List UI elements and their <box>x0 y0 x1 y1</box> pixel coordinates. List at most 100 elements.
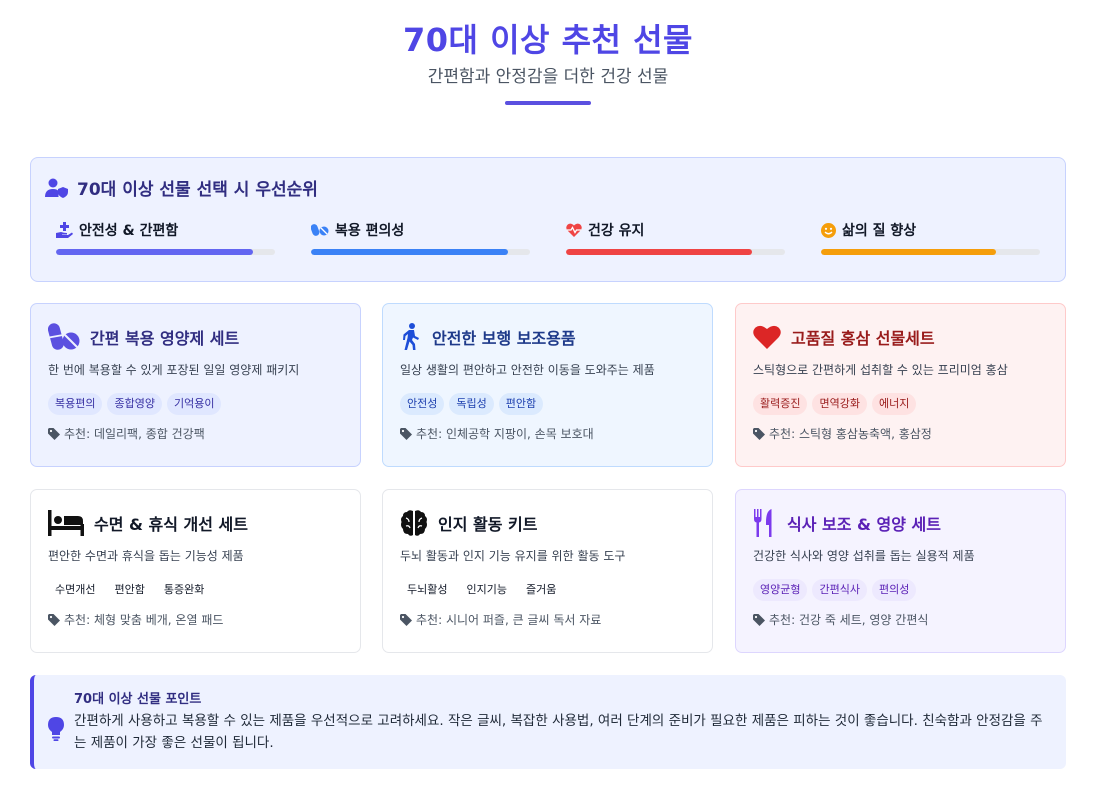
brain-icon <box>401 510 427 536</box>
tag: 독립성 <box>449 393 494 415</box>
priority-label: 복용 편의성 <box>335 223 405 239</box>
tag: 기억용이 <box>166 393 222 415</box>
card-rec-text: 추천: 데일리팩, 종합 건강팩 <box>64 427 205 441</box>
priority-bar <box>566 249 785 255</box>
card-rec-text: 추천: 체형 맞춤 베개, 온열 패드 <box>64 613 224 627</box>
gift-card-supplement[interactable]: 간편 복용 영양제 세트 한 번에 복용할 수 있게 포장된 일일 영양제 패키… <box>30 303 361 467</box>
priority-label: 건강 유지 <box>588 223 645 239</box>
tag-icon <box>400 613 412 626</box>
tag: 영양균형 <box>753 579 808 601</box>
priority-item-safety: 안전성 & 간편함 <box>56 220 275 255</box>
card-title: 고품질 홍삼 선물세트 <box>791 329 935 348</box>
tag: 안전성 <box>400 393 445 415</box>
card-recommendation: 추천: 데일리팩, 종합 건강팩 <box>48 425 343 442</box>
page-title: 70대 이상 추천 선물 <box>402 21 694 59</box>
priority-item-dosage: 복용 편의성 <box>311 220 530 255</box>
bed-icon <box>48 510 84 536</box>
tip-box: 70대 이상 선물 포인트 간편하게 사용하고 복용할 수 있는 제품을 우선적… <box>30 675 1066 769</box>
priority-label: 안전성 & 간편함 <box>79 223 179 239</box>
tag: 편의성 <box>871 579 917 601</box>
page-subtitle: 간편함과 안정감을 더한 건강 선물 <box>427 67 669 87</box>
tag-icon <box>753 613 765 626</box>
card-description: 편안한 수면과 휴식을 돕는 기능성 제품 <box>48 549 244 563</box>
priority-bar <box>821 249 1040 255</box>
header: 70대 이상 추천 선물 간편함과 안정감을 더한 건강 선물 <box>0 0 1096 105</box>
tag: 종합영양 <box>107 393 162 415</box>
title-underline <box>505 101 591 105</box>
card-description: 한 번에 복용할 수 있게 포장된 일일 영양제 패키지 <box>48 363 300 377</box>
tag-icon <box>48 427 60 440</box>
gift-card-walking-aid[interactable]: 안전한 보행 보조용품 일상 생활의 편안하고 안전한 이동을 도와주는 제품 … <box>382 303 713 467</box>
priority-item-quality: 삶의 질 향상 <box>821 220 1040 255</box>
walking-icon <box>403 323 419 350</box>
priority-heading: 70대 이상 선물 선택 시 우선순위 <box>45 175 318 200</box>
pills-icon <box>311 224 329 236</box>
tag-list: 복용편의 종합영양 기억용이 <box>48 393 343 415</box>
card-rec-text: 추천: 스틱형 홍삼농축액, 홍삼정 <box>769 427 932 441</box>
priority-item-health: 건강 유지 <box>566 220 785 255</box>
pills-icon <box>48 323 80 350</box>
card-recommendation: 추천: 스틱형 홍삼농축액, 홍삼정 <box>753 425 1048 442</box>
tag-list: 두뇌활성 인지기능 즐거움 <box>400 579 695 601</box>
card-description: 건강한 식사와 영양 섭취를 돕는 실용적 제품 <box>753 549 975 563</box>
card-rec-text: 추천: 건강 죽 세트, 영양 간편식 <box>769 613 929 627</box>
tag: 에너지 <box>871 393 917 415</box>
tag: 편안함 <box>107 579 152 601</box>
tag: 인지기능 <box>459 579 514 601</box>
tag: 통증완화 <box>156 579 212 601</box>
card-recommendation: 추천: 인체공학 지팡이, 손목 보호대 <box>400 425 695 442</box>
gift-card-meal[interactable]: 식사 보조 & 영양 세트 건강한 식사와 영양 섭취를 돕는 실용적 제품 영… <box>735 489 1066 653</box>
user-shield-icon <box>45 178 68 198</box>
priority-bar-fill <box>821 249 997 255</box>
card-description: 스틱형으로 간편하게 섭취할 수 있는 프리미엄 홍삼 <box>753 363 1008 377</box>
priority-items: 안전성 & 간편함 복용 편의성 건강 유지 삶의 질 향상 <box>56 220 1040 255</box>
card-rec-text: 추천: 인체공학 지팡이, 손목 보호대 <box>416 427 594 441</box>
gift-card-sleep[interactable]: 수면 & 휴식 개선 세트 편안한 수면과 휴식을 돕는 기능성 제품 수면개선… <box>30 489 361 653</box>
tag: 활력증진 <box>753 393 808 415</box>
card-title: 수면 & 휴식 개선 세트 <box>94 515 248 534</box>
lightbulb-icon <box>48 717 64 741</box>
utensils-icon <box>754 509 772 537</box>
card-rec-text: 추천: 시니어 퍼즐, 큰 글씨 독서 자료 <box>416 613 602 627</box>
priority-bar-fill <box>566 249 753 255</box>
card-title: 식사 보조 & 영양 세트 <box>787 515 941 534</box>
priority-bar-fill <box>311 249 509 255</box>
gift-card-cognitive[interactable]: 인지 활동 키트 두뇌 활동과 인지 기능 유지를 위한 활동 도구 두뇌활성 … <box>382 489 713 653</box>
tag-list: 수면개선 편안함 통증완화 <box>48 579 343 601</box>
tag: 수면개선 <box>48 579 103 601</box>
tag-list: 활력증진 면역강화 에너지 <box>753 393 1048 415</box>
card-recommendation: 추천: 체형 맞춤 베개, 온열 패드 <box>48 611 343 628</box>
tag-list: 영양균형 간편식사 편의성 <box>753 579 1048 601</box>
tag: 면역강화 <box>812 393 867 415</box>
tag: 두뇌활성 <box>400 579 455 601</box>
hand-plus-icon <box>56 222 73 238</box>
priority-bar <box>56 249 275 255</box>
card-title: 안전한 보행 보조용품 <box>432 329 576 348</box>
card-recommendation: 추천: 건강 죽 세트, 영양 간편식 <box>753 611 1048 628</box>
tag: 즐거움 <box>518 579 564 601</box>
smile-icon <box>821 222 836 238</box>
tip-body: 간편하게 사용하고 복용할 수 있는 제품을 우선적으로 고려하세요. 작은 글… <box>74 713 1043 751</box>
card-description: 두뇌 활동과 인지 기능 유지를 위한 활동 도구 <box>400 549 626 563</box>
heart-pulse-icon <box>566 223 582 237</box>
priority-title: 70대 이상 선물 선택 시 우선순위 <box>77 180 318 200</box>
tag-icon <box>400 427 412 440</box>
priority-label: 삶의 질 향상 <box>842 223 917 239</box>
tag-icon <box>753 427 765 440</box>
tag: 간편식사 <box>812 579 867 601</box>
priority-bar <box>311 249 530 255</box>
priority-bar-fill <box>56 249 254 255</box>
tag-icon <box>48 613 60 626</box>
priority-panel: 70대 이상 선물 선택 시 우선순위 안전성 & 간편함 복용 편의성 건강 … <box>30 157 1066 282</box>
card-title: 인지 활동 키트 <box>438 515 538 534</box>
heart-icon <box>753 325 781 349</box>
tag: 편안함 <box>498 393 544 415</box>
tip-title: 70대 이상 선물 포인트 <box>74 692 202 707</box>
card-description: 일상 생활의 편안하고 안전한 이동을 도와주는 제품 <box>400 363 655 377</box>
tag-list: 안전성 독립성 편안함 <box>400 393 695 415</box>
tag: 복용편의 <box>48 393 103 415</box>
card-title: 간편 복용 영양제 세트 <box>90 329 240 348</box>
tip-content: 70대 이상 선물 포인트 간편하게 사용하고 복용할 수 있는 제품을 우선적… <box>74 691 1048 769</box>
gift-card-red-ginseng[interactable]: 고품질 홍삼 선물세트 스틱형으로 간편하게 섭취할 수 있는 프리미엄 홍삼 … <box>735 303 1066 467</box>
card-recommendation: 추천: 시니어 퍼즐, 큰 글씨 독서 자료 <box>400 611 695 628</box>
